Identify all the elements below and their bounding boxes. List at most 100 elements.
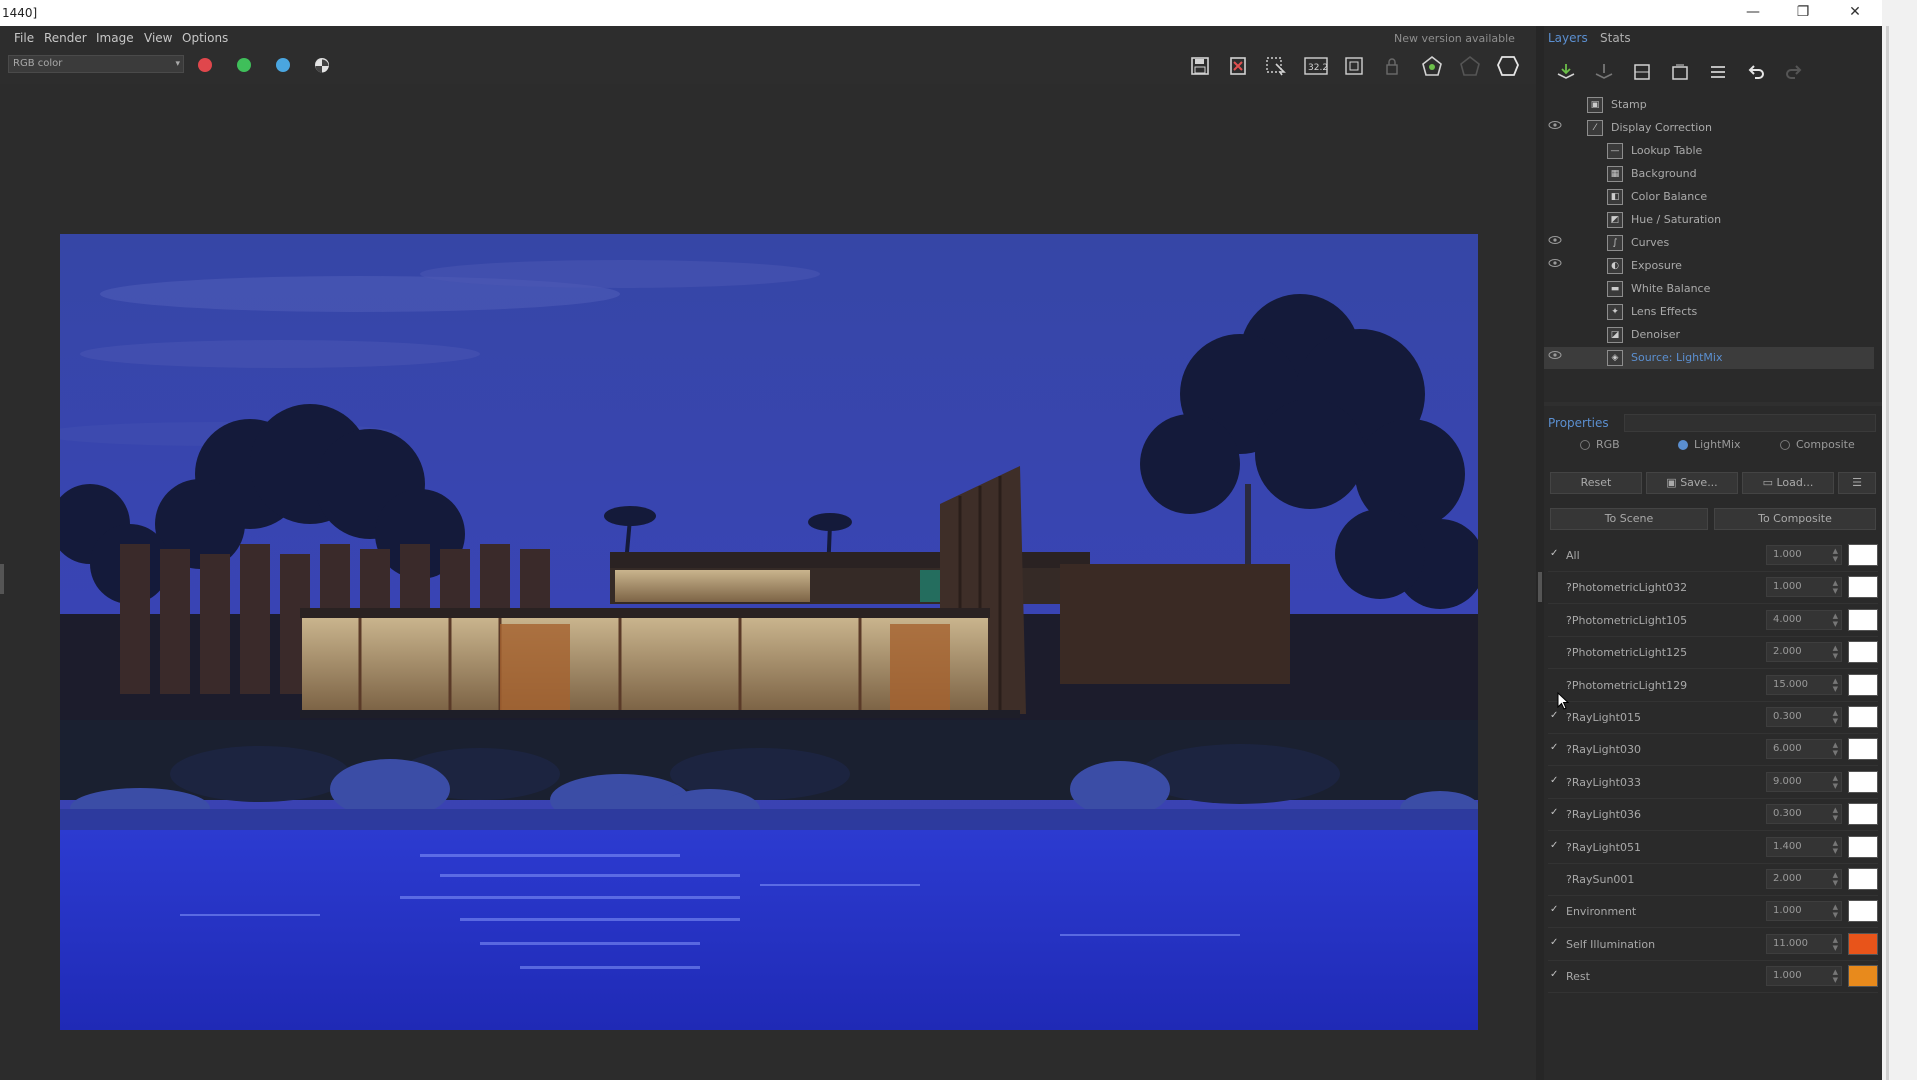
reset-button[interactable]: Reset	[1550, 472, 1642, 494]
green-channel-button[interactable]	[237, 58, 251, 72]
eye-icon[interactable]	[1548, 258, 1562, 271]
light-color-swatch[interactable]	[1848, 803, 1878, 826]
spinner-icon[interactable]: ▲ ▼	[1833, 547, 1838, 563]
light-enabled-checkbox[interactable]	[1550, 645, 1562, 657]
light-intensity-input[interactable]: 6.000 ▲ ▼	[1766, 739, 1842, 760]
light-color-swatch[interactable]	[1848, 835, 1878, 858]
light-intensity-input[interactable]: 4.000 ▲ ▼	[1766, 609, 1842, 630]
close-button[interactable]: ✕	[1832, 0, 1878, 26]
light-color-swatch[interactable]	[1848, 738, 1878, 761]
light-enabled-checkbox[interactable]: ✓	[1550, 710, 1562, 722]
light-intensity-input[interactable]: 9.000 ▲ ▼	[1766, 771, 1842, 792]
layer-item[interactable]: ⁄ Display Correction	[1544, 117, 1874, 139]
light-color-swatch[interactable]	[1848, 576, 1878, 599]
to-scene-button[interactable]: To Scene	[1550, 508, 1708, 530]
undo-icon[interactable]	[1742, 59, 1770, 85]
red-channel-button[interactable]	[198, 58, 212, 72]
menu-render[interactable]: Render	[44, 31, 87, 45]
layer-item[interactable]: ◪ Denoiser	[1544, 324, 1874, 346]
save-preset-button[interactable]: ▣ Save...	[1646, 472, 1738, 494]
light-intensity-input[interactable]: 0.300 ▲ ▼	[1766, 804, 1842, 825]
list-icon[interactable]	[1704, 59, 1732, 85]
spinner-icon[interactable]: ▲ ▼	[1833, 806, 1838, 822]
menu-view[interactable]: View	[144, 31, 172, 45]
light-color-swatch[interactable]	[1848, 965, 1878, 988]
light-color-swatch[interactable]	[1848, 641, 1878, 664]
light-color-swatch[interactable]	[1848, 706, 1878, 728]
light-enabled-checkbox[interactable]: ✓	[1550, 969, 1562, 981]
light-color-swatch[interactable]	[1848, 932, 1878, 955]
light-color-swatch[interactable]	[1848, 900, 1878, 923]
panel-divider[interactable]	[1544, 402, 1882, 406]
spinner-icon[interactable]: ▲ ▼	[1833, 871, 1838, 887]
light-color-swatch[interactable]	[1848, 608, 1878, 631]
blue-channel-button[interactable]	[276, 58, 290, 72]
light-intensity-input[interactable]: 2.000 ▲ ▼	[1766, 642, 1842, 663]
spinner-icon[interactable]: ▲ ▼	[1833, 936, 1838, 952]
load-preset-button[interactable]: ▭ Load...	[1742, 472, 1834, 494]
layer-item[interactable]: ◐ Exposure	[1544, 255, 1874, 277]
light-intensity-input[interactable]: 2.000 ▲ ▼	[1766, 869, 1842, 889]
channel-select[interactable]: RGB color ▾	[8, 55, 184, 73]
light-enabled-checkbox[interactable]: ✓	[1550, 904, 1562, 916]
light-intensity-input[interactable]: 11.000 ▲ ▼	[1766, 933, 1842, 954]
fit-view-icon[interactable]	[1340, 53, 1368, 79]
region-render-icon[interactable]	[1262, 53, 1290, 79]
remove-layer-icon[interactable]	[1590, 59, 1618, 85]
light-color-swatch[interactable]	[1848, 544, 1878, 566]
layer-item[interactable]: ◩ Hue / Saturation	[1544, 209, 1874, 231]
light-enabled-checkbox[interactable]	[1550, 678, 1562, 690]
add-layer-icon[interactable]	[1552, 59, 1580, 85]
light-color-swatch[interactable]	[1848, 770, 1878, 793]
eye-icon[interactable]	[1548, 350, 1562, 363]
layer-item[interactable]: ◧ Color Balance	[1544, 186, 1874, 208]
layer-item[interactable]: ▣ Stamp	[1544, 94, 1874, 116]
menu-image[interactable]: Image	[96, 31, 134, 45]
properties-scrollbar[interactable]	[1624, 414, 1876, 432]
lock-icon[interactable]	[1378, 53, 1406, 79]
clear-image-icon[interactable]	[1224, 53, 1252, 79]
light-enabled-checkbox[interactable]	[1550, 872, 1562, 884]
light-enabled-checkbox[interactable]: ✓	[1550, 840, 1562, 852]
spinner-icon[interactable]: ▲ ▼	[1833, 968, 1838, 984]
load-layers-icon[interactable]	[1666, 59, 1694, 85]
layer-item-selected[interactable]: ◈ Source: LightMix	[1544, 347, 1874, 369]
layer-item[interactable]: — Lookup Table	[1544, 140, 1874, 162]
left-panel-handle[interactable]	[0, 564, 4, 594]
alpha-channel-button[interactable]	[315, 58, 329, 73]
layer-item[interactable]: ▬ White Balance	[1544, 278, 1874, 300]
spinner-icon[interactable]: ▲ ▼	[1833, 741, 1838, 757]
to-composite-button[interactable]: To Composite	[1714, 508, 1876, 530]
render-icon[interactable]	[1418, 53, 1446, 79]
light-enabled-checkbox[interactable]: ✓	[1550, 742, 1562, 754]
light-enabled-checkbox[interactable]: ✓	[1550, 548, 1562, 560]
light-intensity-input[interactable]: 15.000 ▲ ▼	[1766, 674, 1842, 695]
mode-rgb-radio[interactable]: RGB	[1580, 438, 1620, 451]
layer-item[interactable]: ✦ Lens Effects	[1544, 301, 1874, 323]
eye-icon[interactable]	[1548, 120, 1562, 133]
tab-stats[interactable]: Stats	[1600, 31, 1631, 45]
mode-lightmix-radio[interactable]: LightMix	[1678, 438, 1741, 451]
list-menu-button[interactable]: ☰	[1838, 472, 1876, 494]
light-intensity-input[interactable]: 0.300 ▲ ▼	[1766, 707, 1842, 727]
spinner-icon[interactable]: ▲ ▼	[1833, 644, 1838, 660]
stop-render-icon[interactable]	[1494, 53, 1522, 79]
spinner-icon[interactable]: ▲ ▼	[1833, 839, 1838, 855]
menu-options[interactable]: Options	[182, 31, 228, 45]
spinner-icon[interactable]: ▲ ▼	[1833, 677, 1838, 693]
light-intensity-input[interactable]: 1.400 ▲ ▼	[1766, 836, 1842, 857]
layer-item[interactable]: ▦ Background	[1544, 163, 1874, 185]
spinner-icon[interactable]: ▲ ▼	[1833, 903, 1838, 919]
light-enabled-checkbox[interactable]	[1550, 613, 1562, 625]
mode-composite-radio[interactable]: Composite	[1780, 438, 1855, 451]
light-color-swatch[interactable]	[1848, 673, 1878, 696]
spinner-icon[interactable]: ▲ ▼	[1833, 774, 1838, 790]
light-enabled-checkbox[interactable]: ✓	[1550, 937, 1562, 949]
bit-depth-icon[interactable]: 32.2	[1302, 53, 1330, 79]
spinner-icon[interactable]: ▲ ▼	[1833, 579, 1838, 595]
light-intensity-input[interactable]: 1.000 ▲ ▼	[1766, 901, 1842, 922]
menu-file[interactable]: File	[14, 31, 34, 45]
light-enabled-checkbox[interactable]: ✓	[1550, 775, 1562, 787]
light-intensity-input[interactable]: 1.000 ▲ ▼	[1766, 577, 1842, 598]
light-enabled-checkbox[interactable]	[1550, 580, 1562, 592]
